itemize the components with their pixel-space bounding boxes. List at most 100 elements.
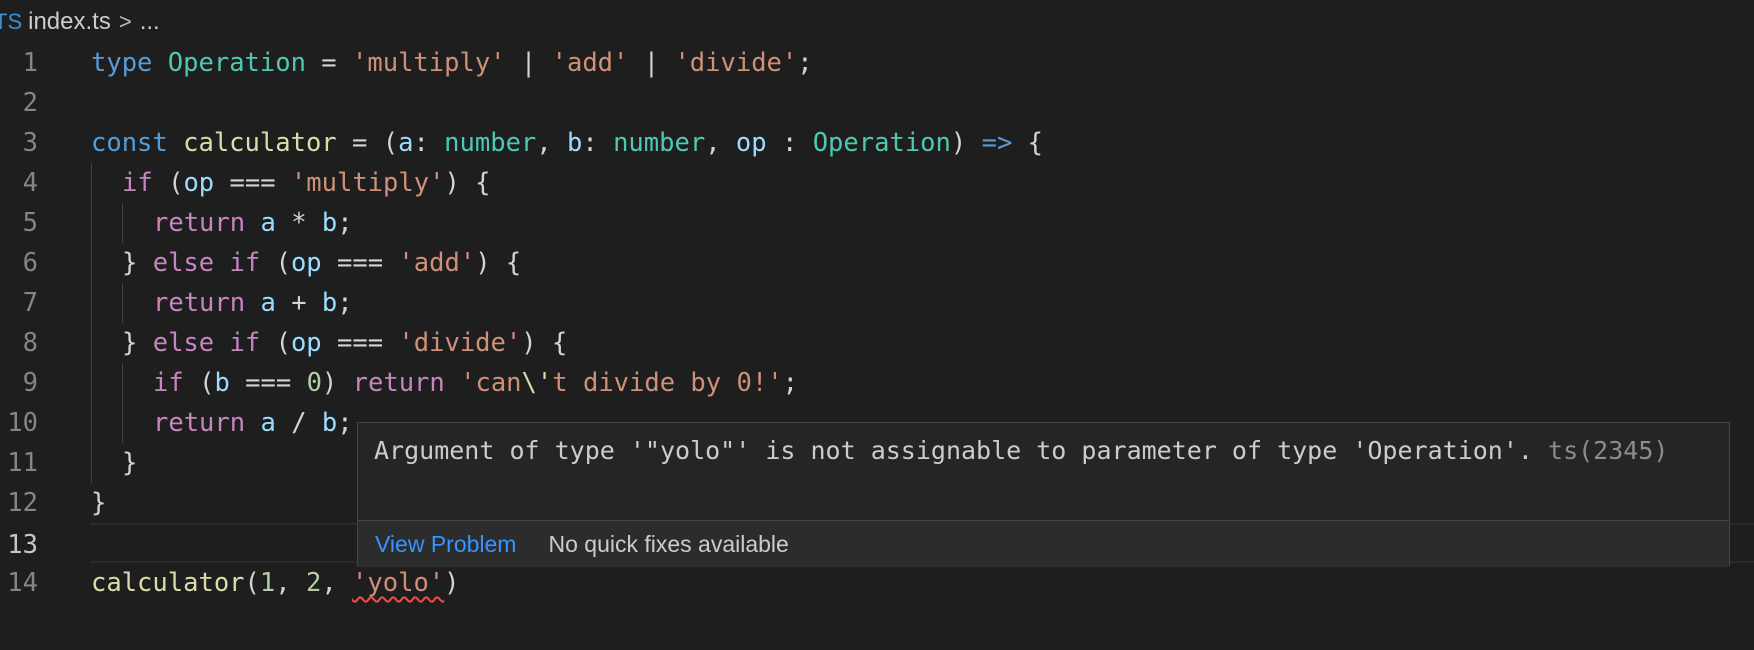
code-line[interactable]: 9 if (b === 0) return 'can\'t divide by 0… xyxy=(0,363,1754,403)
line-content[interactable]: if (b === 0) return 'can\'t divide by 0!… xyxy=(153,363,798,403)
error-hover-popup: Argument of type '"yolo"' is not assigna… xyxy=(357,422,1730,567)
code-token: + xyxy=(275,288,322,318)
code-token: return xyxy=(153,208,246,238)
line-content[interactable]: return a * b; xyxy=(153,203,353,243)
breadcrumb-file-name[interactable]: index.ts xyxy=(28,8,111,36)
code-token: , xyxy=(536,128,567,158)
line-content[interactable]: const calculator = (a: number, b: number… xyxy=(91,123,1043,163)
code-token: a xyxy=(398,128,414,158)
line-number: 3 xyxy=(22,128,38,158)
code-token: } xyxy=(122,248,153,278)
code-token: | xyxy=(505,48,552,78)
indent-guide xyxy=(91,163,92,203)
code-token: ( xyxy=(152,168,184,198)
code-token: b xyxy=(567,128,583,158)
hover-message-text: Argument of type '"yolo"' is not assigna… xyxy=(374,431,1714,471)
code-token: * xyxy=(275,208,322,238)
code-token: a xyxy=(260,408,276,438)
code-line[interactable]: 1 type Operation = 'multiply' | 'add' | '… xyxy=(0,43,1754,83)
line-content[interactable]: } xyxy=(91,483,106,523)
code-token: return xyxy=(153,288,246,318)
chevron-right-icon: > xyxy=(118,9,132,34)
code-token: ) xyxy=(321,368,353,398)
code-token: } xyxy=(122,448,138,478)
code-token: type xyxy=(91,48,153,78)
line-content[interactable]: if (op === 'multiply') { xyxy=(122,163,491,203)
code-token: else xyxy=(152,328,215,358)
code-token: ; xyxy=(782,368,798,398)
line-number: 14 xyxy=(7,568,38,598)
code-token: 2 xyxy=(305,568,322,598)
code-token: op xyxy=(290,248,322,278)
code-token: ; xyxy=(337,208,353,238)
line-content[interactable]: type Operation = 'multiply' | 'add' | 'd… xyxy=(91,43,813,83)
code-token: === xyxy=(229,368,307,398)
code-token: ; xyxy=(337,408,353,438)
code-token: b xyxy=(321,208,338,238)
code-token: if xyxy=(153,368,184,398)
indent-guide xyxy=(91,243,92,283)
line-content[interactable]: calculator(1, 2, 'yolo') xyxy=(91,563,460,603)
code-token: = ( xyxy=(336,128,399,158)
code-token: ( xyxy=(260,248,291,278)
line-number: 5 xyxy=(22,208,38,238)
indent-guide xyxy=(91,203,92,243)
code-token: calculator xyxy=(91,568,245,598)
line-content[interactable]: return a + b; xyxy=(153,283,353,323)
code-line[interactable]: 2 xyxy=(0,83,1754,123)
code-token: 'add' xyxy=(551,48,629,78)
code-token: 'multiply' xyxy=(290,168,445,198)
code-token: } xyxy=(122,328,153,358)
code-token: t divide by 0!' xyxy=(552,368,783,398)
code-token: 0 xyxy=(306,368,322,398)
code-token: 1 xyxy=(259,568,276,598)
code-token: : xyxy=(582,128,614,158)
code-token: 'can xyxy=(460,368,522,398)
indent-guide xyxy=(91,363,92,403)
code-token: ( xyxy=(244,568,260,598)
error-code: ts(2345) xyxy=(1548,436,1669,465)
line-content[interactable]: } xyxy=(122,443,137,483)
code-line[interactable]: 7 return a + b; xyxy=(0,283,1754,323)
code-line[interactable]: 8 } else if (op === 'divide') { xyxy=(0,323,1754,363)
code-token: ( xyxy=(260,328,291,358)
code-token: { xyxy=(1012,128,1044,158)
code-token: b xyxy=(321,408,338,438)
breadcrumb: TS index.ts > ... xyxy=(0,0,160,44)
code-line[interactable]: 6 } else if (op === 'add') { xyxy=(0,243,1754,283)
line-content[interactable]: } else if (op === 'add') { xyxy=(122,243,521,283)
code-token: ) xyxy=(950,128,982,158)
code-line[interactable]: 5 return a * b; xyxy=(0,203,1754,243)
indent-guide xyxy=(91,283,92,323)
code-line[interactable]: 3 const calculator = (a: number, b: numbe… xyxy=(0,123,1754,163)
code-token: op xyxy=(735,128,767,158)
line-content[interactable]: } else if (op === 'divide') { xyxy=(122,323,567,363)
code-token: ) { xyxy=(475,248,522,278)
line-number: 8 xyxy=(22,328,38,358)
view-problem-link[interactable]: View Problem xyxy=(375,531,516,558)
code-token: if xyxy=(122,168,153,198)
indent-guide xyxy=(91,403,92,443)
indent-guide xyxy=(122,363,123,403)
code-token: op xyxy=(183,168,215,198)
line-number: 1 xyxy=(22,48,38,78)
code-token: ; xyxy=(797,48,813,78)
code-editor[interactable]: TS index.ts > ... 1 type Operation = 'mul… xyxy=(0,0,1754,650)
line-number: 12 xyxy=(7,488,38,518)
line-content[interactable]: return a / b; xyxy=(153,403,353,443)
code-token: 'add' xyxy=(398,248,476,278)
code-token: ; xyxy=(337,288,353,318)
line-number: 10 xyxy=(7,408,38,438)
indent-guide xyxy=(122,403,123,443)
code-token: : xyxy=(413,128,445,158)
code-line[interactable]: 14 calculator(1, 2, 'yolo') xyxy=(0,563,1754,603)
error-message: Argument of type '"yolo"' is not assigna… xyxy=(374,436,1533,465)
breadcrumb-ellipsis[interactable]: ... xyxy=(140,8,160,36)
line-number: 2 xyxy=(22,88,38,118)
code-token: === xyxy=(321,328,399,358)
line-number: 6 xyxy=(22,248,38,278)
code-line[interactable]: 4 if (op === 'multiply') { xyxy=(0,163,1754,203)
